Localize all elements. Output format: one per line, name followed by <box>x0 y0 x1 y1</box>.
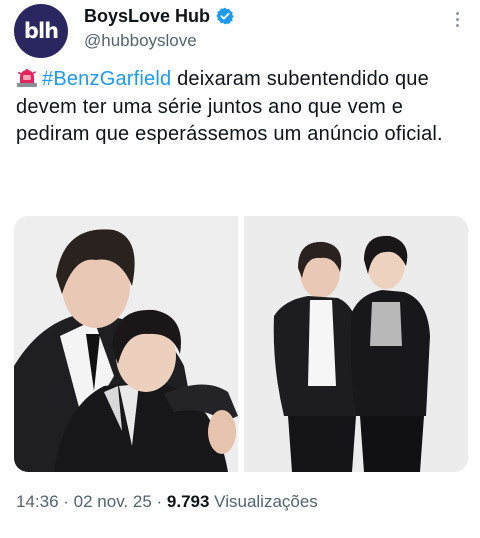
meta-separator: · <box>151 492 167 511</box>
tweet-text: #BenzGarfield deixaram subentendido que … <box>16 66 464 149</box>
verified-badge-icon <box>216 7 234 25</box>
author-names: BoysLove Hub @hubboyslove <box>84 4 234 51</box>
photo-right-image <box>244 216 468 472</box>
photo-left[interactable] <box>14 216 238 472</box>
tweet-media[interactable] <box>14 216 468 472</box>
display-name-row: BoysLove Hub <box>84 4 234 28</box>
display-name[interactable]: BoysLove Hub <box>84 6 210 27</box>
meta-separator: · <box>58 492 74 511</box>
views-count[interactable]: 9.793 <box>167 492 210 511</box>
photo-right[interactable] <box>244 216 468 472</box>
more-options-icon[interactable] <box>452 10 462 32</box>
tweet-date[interactable]: 02 nov. 25 <box>74 492 152 511</box>
author-handle[interactable]: @hubboyslove <box>84 31 234 51</box>
hashtag-link[interactable]: #BenzGarfield <box>42 68 171 90</box>
tweet-header: blh BoysLove Hub @hubboyslove <box>14 2 466 58</box>
police-light-icon <box>17 69 37 87</box>
views-label: Visualizações <box>209 492 318 511</box>
avatar-logo-text: blh <box>23 19 59 43</box>
tweet-time[interactable]: 14:36 <box>16 492 59 511</box>
avatar[interactable]: blh <box>14 4 68 58</box>
tweet-meta: 14:36 · 02 nov. 25 · 9.793 Visualizações <box>16 492 318 512</box>
photo-left-image <box>14 216 238 472</box>
